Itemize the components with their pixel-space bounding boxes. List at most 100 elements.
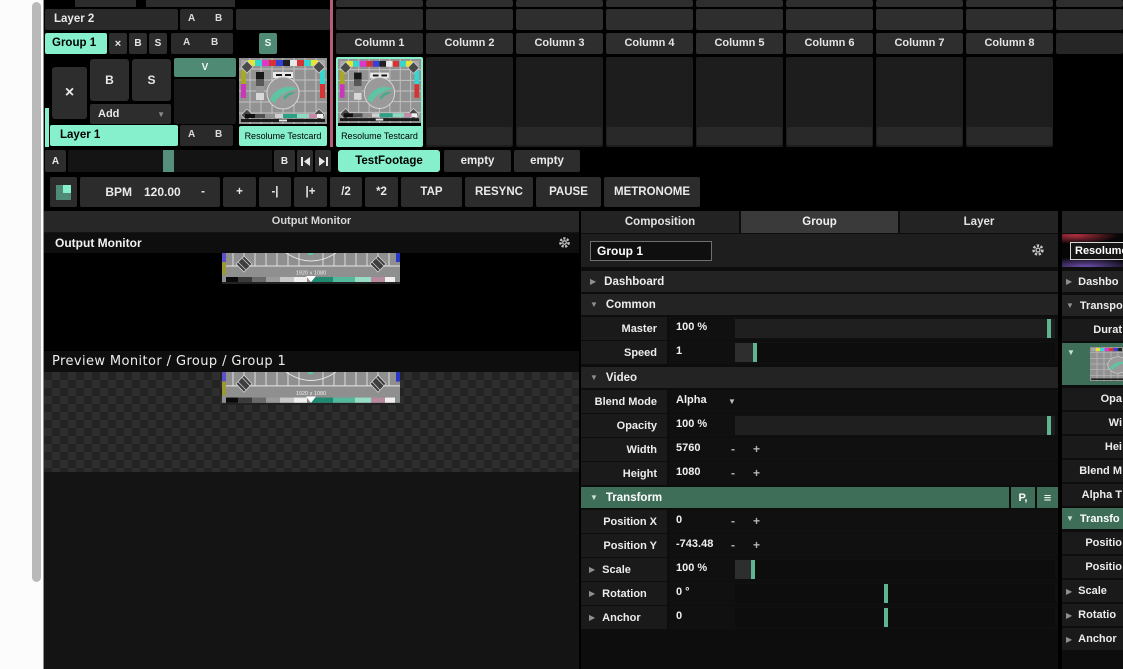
scale-slider-handle[interactable] xyxy=(751,560,755,579)
clip-cell-empty[interactable] xyxy=(426,57,513,147)
bpm-value[interactable]: 120.00 xyxy=(144,185,181,199)
clip-resolume-testcard[interactable]: Resolume Testcard xyxy=(336,57,423,147)
scrollbar-thumb[interactable] xyxy=(32,2,41,582)
clip-preview-strip[interactable]: Resolume xyxy=(1062,234,1123,267)
scale-value[interactable]: 100 % xyxy=(676,562,707,574)
section-transform[interactable]: ▼ Transform xyxy=(581,487,1009,508)
composition-active-button[interactable] xyxy=(50,177,77,207)
tab-layer[interactable]: Layer xyxy=(900,211,1058,233)
clip-cell-empty[interactable] xyxy=(696,57,783,147)
resync-button[interactable]: RESYNC xyxy=(465,177,533,207)
layer1-a-button[interactable]: A xyxy=(188,129,195,140)
column-header-3[interactable]: Column 3 xyxy=(516,33,603,54)
speed-slider[interactable] xyxy=(735,343,1055,362)
clip-cell[interactable] xyxy=(1056,9,1123,30)
transform-menu-button[interactable]: ≡ xyxy=(1037,487,1058,508)
crossfader-a-button[interactable]: A xyxy=(45,150,66,172)
clip-cell[interactable] xyxy=(606,0,693,7)
position-x-minus-button[interactable]: - xyxy=(731,514,735,528)
blend-mode-value[interactable]: Alpha xyxy=(676,394,707,406)
section-video[interactable]: ▼ Video xyxy=(581,367,1058,388)
tab-composition[interactable]: Composition xyxy=(581,211,739,233)
position-x-plus-button[interactable]: + xyxy=(753,514,760,528)
clip-section-dashboard[interactable]: ▶ Dashbo xyxy=(1062,271,1123,292)
width-plus-button[interactable]: + xyxy=(753,442,760,456)
clip-cell[interactable] xyxy=(426,0,513,7)
column-header-8[interactable]: Column 8 xyxy=(966,33,1053,54)
clip-cell-empty[interactable] xyxy=(606,57,693,147)
output-monitor-tab[interactable]: Output Monitor xyxy=(44,211,579,232)
layer1-label[interactable]: Layer 1 xyxy=(50,125,178,146)
anchor-label[interactable]: ▶ Anchor xyxy=(581,606,667,629)
bpm-decrement-button[interactable]: - xyxy=(186,177,220,207)
crossfader-slider[interactable] xyxy=(68,150,272,172)
position-y-plus-button[interactable]: + xyxy=(753,538,760,552)
tab-group[interactable]: Group xyxy=(741,211,898,233)
column-header-7[interactable]: Column 7 xyxy=(876,33,963,54)
clip-cell[interactable] xyxy=(696,0,783,7)
layer2-label[interactable]: Layer 2 xyxy=(45,9,178,30)
layer1-solo-button[interactable]: S xyxy=(132,59,171,101)
column-header-4[interactable]: Column 4 xyxy=(606,33,693,54)
layer1-close-button[interactable]: × xyxy=(52,67,87,119)
height-minus-button[interactable]: - xyxy=(731,466,735,480)
clip-cell-empty[interactable] xyxy=(966,57,1053,147)
clip-cell[interactable] xyxy=(606,9,693,30)
anchor-value[interactable]: 0 xyxy=(676,610,682,622)
opacity-slider[interactable] xyxy=(735,416,1055,435)
opacity-slider-handle[interactable] xyxy=(1047,416,1051,435)
clip-cell-empty[interactable] xyxy=(876,57,963,147)
preview-monitor-viewport[interactable]: 1920 x 1080 xyxy=(44,372,579,472)
position-y-minus-button[interactable]: - xyxy=(731,538,735,552)
rotation-label[interactable]: ▶ Rotation xyxy=(581,582,667,605)
clip-cell[interactable] xyxy=(1056,0,1123,7)
deck-tab-empty-1[interactable]: empty xyxy=(444,150,511,172)
group1-close-button[interactable]: × xyxy=(109,33,127,54)
speed-slider-handle[interactable] xyxy=(753,343,757,362)
previous-deck-button[interactable] xyxy=(297,150,313,172)
clip-cell-empty[interactable] xyxy=(516,57,603,147)
bpm-nudge-up-button[interactable]: |+ xyxy=(294,177,327,207)
group1-b-button[interactable]: B xyxy=(211,37,218,48)
clip-section-transform[interactable]: ▼ Transfo xyxy=(1062,508,1123,529)
clip-cell[interactable] xyxy=(516,9,603,30)
crossfader-b-button[interactable]: B xyxy=(274,150,295,172)
clip-name-box[interactable]: Resolume xyxy=(1070,242,1123,260)
layer1-clip-name[interactable]: Resolume Testcard xyxy=(239,126,327,146)
next-deck-button[interactable] xyxy=(315,150,331,172)
bpm-double-button[interactable]: *2 xyxy=(365,177,398,207)
clip-cell[interactable] xyxy=(786,9,873,30)
blend-mode-dropdown-arrow-icon[interactable]: ▼ xyxy=(728,397,736,406)
layer1-bypass-button[interactable]: B xyxy=(90,59,129,101)
layer2-b-button[interactable]: B xyxy=(215,13,222,24)
crossfader-handle[interactable] xyxy=(163,150,174,172)
clip-cell-empty[interactable] xyxy=(786,57,873,147)
group1-label[interactable]: Group 1 xyxy=(45,33,107,54)
clip-panel-tab[interactable] xyxy=(1062,211,1123,233)
layer1-b-button[interactable]: B xyxy=(215,129,222,140)
clip-section-scale[interactable]: ▶ Scale xyxy=(1062,580,1123,602)
scale-label[interactable]: ▶ Scale xyxy=(581,558,667,581)
layer1-column-v-button[interactable]: V xyxy=(174,58,236,77)
column-header-6[interactable]: Column 6 xyxy=(786,33,873,54)
master-slider-handle[interactable] xyxy=(1047,319,1051,338)
position-x-value[interactable]: 0 xyxy=(676,514,682,526)
speed-value[interactable]: 1 xyxy=(676,345,682,357)
rotation-slider[interactable] xyxy=(735,584,1055,603)
deck-tab-testfootage[interactable]: TestFootage xyxy=(338,150,440,172)
clip-cell[interactable] xyxy=(336,9,423,30)
column-header-5[interactable]: Column 5 xyxy=(696,33,783,54)
bpm-nudge-down-button[interactable]: -| xyxy=(259,177,291,207)
master-slider[interactable] xyxy=(735,319,1055,338)
width-minus-button[interactable]: - xyxy=(731,442,735,456)
partial-blend-dropdown[interactable] xyxy=(75,0,136,7)
height-plus-button[interactable]: + xyxy=(753,466,760,480)
group-gear-icon[interactable] xyxy=(1031,243,1045,262)
output-monitor-viewport[interactable]: 1920 x 1080 xyxy=(44,253,579,351)
clip-cell[interactable] xyxy=(786,0,873,7)
layer1-blend-dropdown[interactable]: Add ▼ xyxy=(90,104,171,124)
group1-bypass-button[interactable]: B xyxy=(129,33,147,54)
clip-section-rotation[interactable]: ▶ Rotatio xyxy=(1062,604,1123,626)
scale-slider[interactable] xyxy=(735,560,1055,579)
master-value[interactable]: 100 % xyxy=(676,321,707,333)
